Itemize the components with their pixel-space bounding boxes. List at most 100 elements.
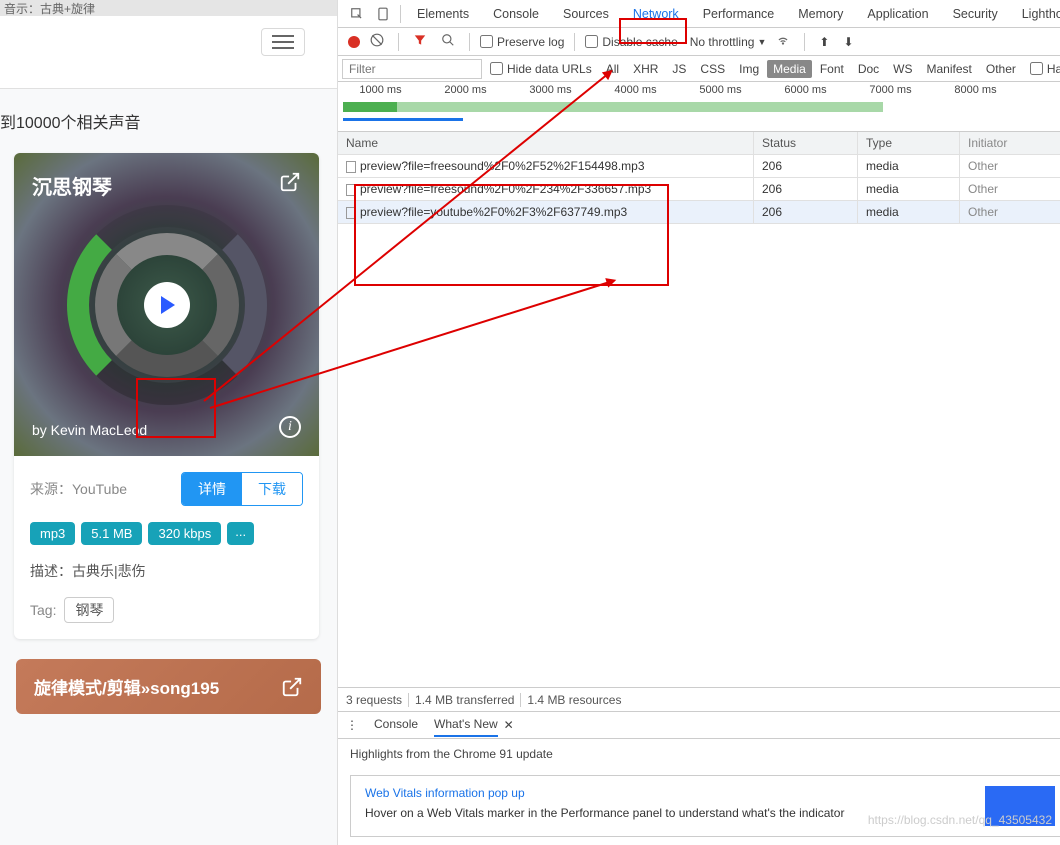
network-timeline[interactable]: 1000 ms2000 ms3000 ms4000 ms5000 ms6000 … — [338, 82, 1060, 132]
filter-doc[interactable]: Doc — [852, 60, 885, 78]
page-body[interactable]: 到10000个相关声音 沉思钢琴 by Kevin MacL — [0, 89, 337, 845]
filter-bar: Hide data URLs All XHR JS CSS Img Media … — [338, 56, 1060, 82]
file-icon — [346, 161, 356, 173]
vitals-desc: Hover on a Web Vitals marker in the Perf… — [365, 806, 844, 820]
results-caption: 到10000个相关声音 — [0, 89, 337, 153]
tab-title-fragment: 音示：古典+旋律 — [4, 0, 95, 17]
format-badge: mp3 — [30, 522, 75, 545]
tab-application[interactable]: Application — [855, 1, 940, 27]
tab-console[interactable]: Console — [481, 1, 551, 27]
tag-label: Tag: — [30, 602, 56, 618]
device-toggle-icon[interactable] — [370, 7, 396, 21]
record-button[interactable] — [348, 36, 360, 48]
tag-row: Tag: 钢琴 — [30, 597, 303, 623]
wifi-icon[interactable] — [772, 33, 794, 50]
type-filter-group: All XHR JS CSS Img Media Font Doc WS Man… — [600, 60, 1022, 78]
badge-row: mp3 5.1 MB 320 kbps ... — [30, 522, 303, 545]
drawer-tab-whatsnew[interactable]: What's New — [434, 713, 498, 737]
bitrate-badge: 320 kbps — [148, 522, 221, 545]
sound-card: 沉思钢琴 by Kevin MacLeod i — [14, 153, 319, 639]
download-har-icon[interactable]: ⬇ — [839, 35, 857, 49]
filter-other[interactable]: Other — [980, 60, 1022, 78]
drawer-menu-icon[interactable]: ⋮ — [346, 718, 358, 732]
tab-sources[interactable]: Sources — [551, 1, 621, 27]
tab-performance[interactable]: Performance — [691, 1, 787, 27]
drawer-tabs: ⋮ Console What's New ✕ — [338, 711, 1060, 739]
preserve-log-checkbox[interactable]: Preserve log — [480, 35, 564, 49]
external-link-icon[interactable] — [281, 676, 303, 698]
action-button-group: 详情 下载 — [181, 472, 303, 506]
col-name[interactable]: Name — [338, 132, 754, 154]
col-initiator[interactable]: Initiator — [960, 132, 1060, 154]
card2-title: 旋律模式/剪辑»song195 — [34, 674, 219, 699]
disable-cache-checkbox[interactable]: Disable cache — [585, 35, 677, 49]
vitals-link[interactable]: Web Vitals information pop up — [365, 786, 844, 800]
browser-content: 音示：古典+旋律 到10000个相关声音 沉思钢琴 — [0, 0, 338, 845]
table-row[interactable]: preview?file=freesound%2F0%2F234%2F33665… — [338, 178, 1060, 201]
filter-media[interactable]: Media — [767, 60, 812, 78]
file-icon — [346, 207, 356, 219]
play-icon — [161, 296, 175, 314]
requests-count: 3 requests — [346, 693, 402, 707]
card-body: 来源：YouTube 详情 下载 mp3 5.1 MB 320 kbps ...… — [14, 456, 319, 639]
table-row[interactable]: preview?file=freesound%2F0%2F52%2F154498… — [338, 155, 1060, 178]
col-status[interactable]: Status — [754, 132, 858, 154]
sound-card-2: 旋律模式/剪辑»song195 — [16, 659, 321, 714]
resources: 1.4 MB resources — [527, 693, 621, 707]
filter-all[interactable]: All — [600, 60, 625, 78]
drawer-tab-console[interactable]: Console — [374, 713, 418, 737]
network-table: Name Status Type Initiator preview?file=… — [338, 132, 1060, 687]
filter-js[interactable]: JS — [666, 60, 692, 78]
source-text: 来源：YouTube — [30, 479, 127, 499]
file-icon — [346, 184, 356, 196]
artist-name: by Kevin MacLeod — [32, 422, 147, 438]
filter-icon[interactable] — [409, 33, 431, 50]
hide-data-checkbox[interactable]: Hide data URLs — [490, 62, 592, 76]
tab-security[interactable]: Security — [941, 1, 1010, 27]
card-title: 沉思钢琴 — [32, 171, 112, 200]
highlights-title: Highlights from the Chrome 91 update — [350, 747, 1060, 761]
filter-font[interactable]: Font — [814, 60, 850, 78]
hamburger-icon — [272, 35, 294, 49]
description: 描述：古典乐|悲伤 — [30, 561, 303, 581]
inspect-element-icon[interactable] — [344, 7, 370, 21]
external-link-icon[interactable] — [279, 171, 301, 193]
tab-network[interactable]: Network — [621, 1, 691, 27]
play-button[interactable] — [144, 282, 190, 328]
info-icon[interactable]: i — [279, 416, 301, 438]
tab-lighthouse[interactable]: Lighthou — [1010, 1, 1060, 27]
browser-tab-strip: 音示：古典+旋律 — [0, 0, 337, 16]
search-icon[interactable] — [437, 33, 459, 50]
network-footer: 3 requests 1.4 MB transferred 1.4 MB res… — [338, 687, 1060, 711]
upload-har-icon[interactable]: ⬆ — [815, 35, 833, 49]
watermark: https://blog.csdn.net/qq_43505432 — [868, 813, 1052, 827]
whatsnew-card: Web Vitals information pop up Hover on a… — [350, 775, 1060, 837]
filter-css[interactable]: CSS — [694, 60, 731, 78]
tag-chip[interactable]: 钢琴 — [64, 597, 114, 623]
filter-ws[interactable]: WS — [887, 60, 918, 78]
download-button[interactable]: 下载 — [242, 473, 302, 505]
filter-xhr[interactable]: XHR — [627, 60, 664, 78]
table-header: Name Status Type Initiator — [338, 132, 1060, 155]
transferred: 1.4 MB transferred — [415, 693, 514, 707]
network-toolbar: Preserve log Disable cache No throttling… — [338, 28, 1060, 56]
devtools-tabs: Elements Console Sources Network Perform… — [338, 0, 1060, 28]
filter-input[interactable] — [342, 59, 482, 79]
card-artwork: 沉思钢琴 by Kevin MacLeod i — [14, 153, 319, 456]
timeline-labels: 1000 ms2000 ms3000 ms4000 ms5000 ms6000 … — [338, 84, 1060, 96]
more-badge[interactable]: ... — [227, 522, 254, 545]
close-icon[interactable]: ✕ — [504, 718, 514, 732]
filter-manifest[interactable]: Manifest — [921, 60, 978, 78]
table-row[interactable]: preview?file=youtube%2F0%2F3%2F637749.mp… — [338, 201, 1060, 224]
size-badge: 5.1 MB — [81, 522, 142, 545]
throttling-dropdown[interactable]: No throttling▼ — [690, 35, 767, 49]
has-blocked-checkbox[interactable]: Has b — [1030, 62, 1060, 76]
tab-elements[interactable]: Elements — [405, 1, 481, 27]
col-type[interactable]: Type — [858, 132, 960, 154]
hamburger-menu-button[interactable] — [261, 28, 305, 56]
page-navbar — [0, 16, 337, 89]
filter-img[interactable]: Img — [733, 60, 765, 78]
tab-memory[interactable]: Memory — [786, 1, 855, 27]
detail-button[interactable]: 详情 — [182, 473, 242, 505]
clear-icon[interactable] — [366, 33, 388, 50]
